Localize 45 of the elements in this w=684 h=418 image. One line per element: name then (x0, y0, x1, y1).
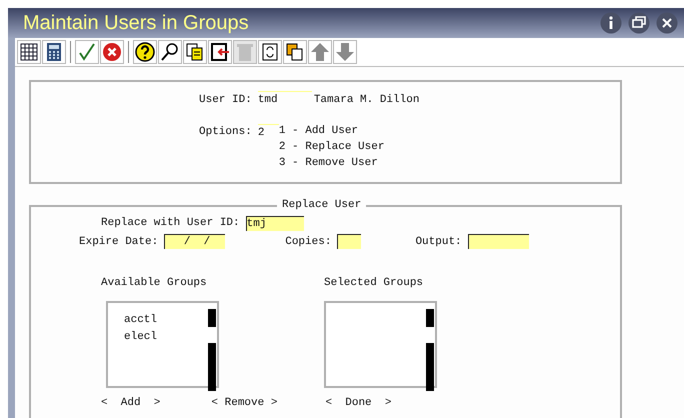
option-text: 1 - Add User (278, 124, 360, 138)
field-label: User ID: (199, 92, 252, 108)
documents-button[interactable] (283, 40, 307, 64)
info-icon[interactable] (600, 12, 622, 34)
down-arrow-icon (334, 41, 356, 63)
grid-icon (18, 41, 40, 63)
check-button[interactable] (75, 40, 99, 64)
field-label: Options: (199, 124, 252, 140)
list-item[interactable]: elecl (124, 328, 217, 346)
help-icon (134, 41, 156, 63)
field-label: Replace with User ID: (101, 216, 240, 231)
exit-icon (209, 41, 231, 63)
option-field[interactable]: 2 (258, 124, 279, 138)
command-button[interactable]: < Add > (101, 394, 160, 411)
documents-button[interactable] (183, 40, 207, 64)
restore-icon[interactable] (628, 12, 650, 34)
command-button[interactable]: < Remove > (211, 394, 278, 411)
trash-icon (234, 41, 256, 63)
close-icon[interactable] (656, 12, 678, 34)
option-text: 3 - Remove User (278, 156, 379, 170)
search-button[interactable] (158, 40, 182, 64)
user-name: Tamara M. Dillon (314, 92, 420, 108)
expire-date-field[interactable]: / / (164, 234, 226, 250)
field-label: Output: (415, 234, 462, 250)
cancel-icon (101, 41, 123, 63)
grid-button[interactable] (17, 40, 41, 64)
help-button[interactable] (133, 40, 157, 64)
list-item[interactable]: acctl (124, 312, 217, 328)
list-title: Selected Groups (324, 276, 424, 291)
window-title: Maintain Users in Groups (23, 11, 250, 36)
field-label: Expire Date: (79, 234, 158, 250)
exit-button[interactable] (208, 40, 232, 64)
user-id-field[interactable]: tmd (258, 91, 312, 108)
list-title: Available Groups (101, 276, 207, 291)
calculator-button[interactable] (42, 40, 66, 64)
down-arrow-button[interactable] (333, 40, 357, 64)
output-field[interactable] (468, 234, 529, 250)
command-button[interactable]: < Done > (325, 394, 392, 411)
field-label: Copies: (285, 234, 332, 250)
panel-title: Replace User (277, 198, 366, 212)
cancel-button[interactable] (100, 40, 124, 64)
option-text: 2 - Replace User (278, 140, 384, 154)
up-arrow-icon (309, 41, 331, 63)
replace-user-field[interactable]: tmj (246, 216, 304, 231)
copies-field[interactable] (337, 234, 362, 250)
